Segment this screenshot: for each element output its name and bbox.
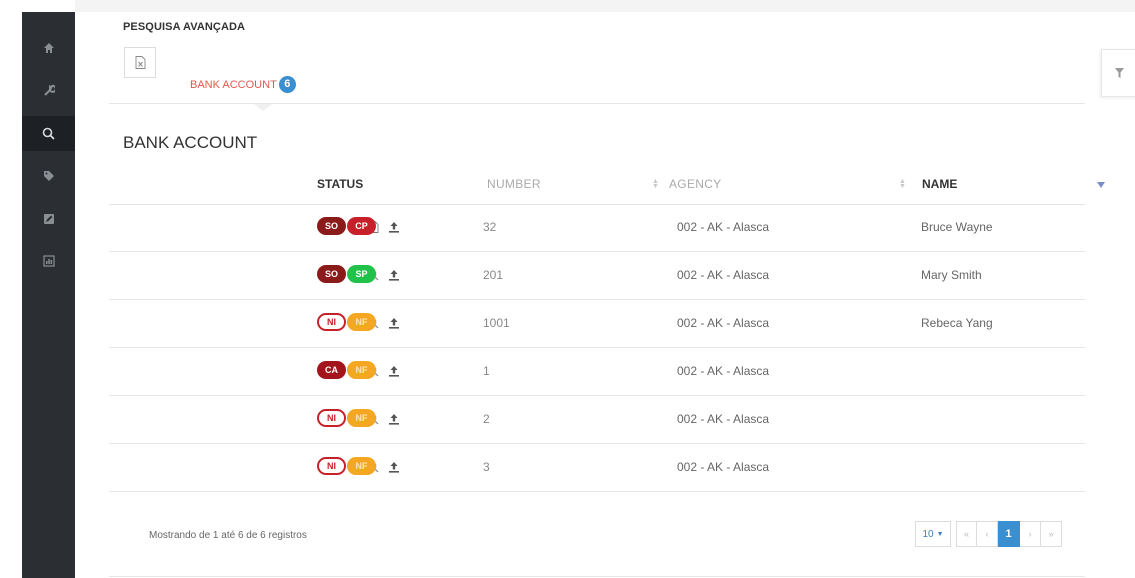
upload-icon[interactable]: [388, 316, 400, 334]
status-badges: NI NF: [317, 409, 376, 427]
upload-icon[interactable]: [388, 412, 400, 430]
report-icon: [42, 254, 55, 267]
filter-icon: [1115, 68, 1124, 78]
tab-caret: [254, 104, 272, 111]
cell-agency: 002 - AK - Alasca: [677, 412, 770, 426]
table-row: NI NF 2 002 - AK - Alasca: [109, 397, 1085, 444]
page-size-value: 10: [922, 528, 934, 540]
tab-count-badge: 6: [278, 76, 296, 93]
column-header-status[interactable]: STATUS: [317, 177, 363, 191]
wrench-icon: [43, 84, 55, 96]
table-row: NI NF 3 002 - AK - Alasca: [109, 445, 1085, 492]
top-bar: [75, 0, 1135, 12]
tab-label: BANK ACCOUNT: [190, 78, 277, 91]
excel-icon: [135, 56, 145, 69]
column-header-agency[interactable]: AGENCY: [669, 177, 721, 191]
cell-agency: 002 - AK - Alasca: [677, 220, 770, 234]
status-badges: SO CP: [317, 217, 376, 235]
upload-icon[interactable]: [388, 220, 400, 238]
status-badge: SP: [347, 265, 376, 283]
table-row: CA NF 1 002 - AK - Alasca: [109, 349, 1085, 396]
cell-number: 2: [483, 412, 490, 426]
table-row: NI NF 1001 002 - AK - Alasca Rebeca Yang: [109, 301, 1085, 348]
first-page-button[interactable]: «: [956, 521, 977, 547]
filter-toggle-button[interactable]: [1101, 49, 1135, 97]
status-badge: NF: [347, 409, 376, 427]
cell-number: 1001: [483, 316, 510, 330]
table-info: Mostrando de 1 até 6 de 6 registros: [149, 530, 307, 541]
sort-icon: ▲ ▼: [652, 178, 659, 190]
search-icon: [42, 127, 55, 140]
sidebar: [22, 12, 75, 578]
status-badge: NI: [317, 409, 346, 427]
section-title: PESQUISA AVANÇADA: [123, 21, 246, 33]
upload-icon[interactable]: [388, 268, 400, 286]
cell-number: 32: [483, 220, 497, 234]
page-size-select[interactable]: 10 ▼: [915, 521, 951, 547]
status-badge: NI: [317, 313, 346, 331]
upload-icon[interactable]: [388, 364, 400, 382]
status-badge: NF: [347, 313, 376, 331]
sidebar-item-home[interactable]: [22, 30, 75, 65]
cell-agency: 002 - AK - Alasca: [677, 460, 770, 474]
pagination: 10 ▼ « ‹ 1 › »: [915, 521, 1062, 547]
panel-title: BANK ACCOUNT: [123, 133, 258, 152]
status-badges: NI NF: [317, 457, 376, 475]
status-badge: SO: [317, 217, 346, 235]
status-badge: CP: [347, 217, 376, 235]
home-icon: [43, 42, 54, 53]
column-header-name[interactable]: NAME: [922, 177, 957, 191]
column-header-number[interactable]: NUMBER: [487, 177, 541, 191]
sort-icon: ▲ ▼: [899, 178, 906, 190]
status-badges: CA NF: [317, 361, 376, 379]
tab-bank-account[interactable]: BANK ACCOUNT 6: [190, 76, 296, 93]
status-badge: CA: [317, 361, 346, 379]
sidebar-item-tools[interactable]: [22, 72, 75, 107]
status-badges: SO SP: [317, 265, 376, 283]
table-row: SO SP 201 002 - AK - Alasca Mary Smith: [109, 253, 1085, 300]
table-row: SO CP 32 002 - AK - Alasca Bruce Wayne: [109, 205, 1085, 252]
footer-divider: [109, 576, 1085, 577]
previous-page-button[interactable]: ‹: [977, 521, 998, 547]
tag-icon: [43, 170, 54, 181]
next-page-button[interactable]: ›: [1020, 521, 1041, 547]
last-page-button[interactable]: »: [1041, 521, 1062, 547]
sidebar-item-tags[interactable]: [22, 158, 75, 193]
cell-agency: 002 - AK - Alasca: [677, 316, 770, 330]
status-badge: NI: [317, 457, 346, 475]
chevron-down-icon: ▼: [936, 530, 944, 538]
cell-agency: 002 - AK - Alasca: [677, 364, 770, 378]
cell-agency: 002 - AK - Alasca: [677, 268, 770, 282]
status-badge: NF: [347, 361, 376, 379]
page-button-current[interactable]: 1: [998, 521, 1020, 547]
edit-icon: [43, 213, 54, 224]
sidebar-item-search[interactable]: [22, 116, 75, 151]
cell-name: Rebeca Yang: [921, 316, 993, 330]
export-excel-button[interactable]: [124, 47, 156, 78]
cell-number: 1: [483, 364, 490, 378]
status-badge: NF: [347, 457, 376, 475]
sidebar-item-reports[interactable]: [22, 243, 75, 278]
sort-desc-icon: [1097, 182, 1105, 188]
status-badges: NI NF: [317, 313, 376, 331]
upload-icon[interactable]: [388, 460, 400, 478]
cell-number: 201: [483, 268, 504, 282]
sidebar-item-edit[interactable]: [22, 201, 75, 236]
status-badge: SO: [317, 265, 346, 283]
cell-name: Bruce Wayne: [921, 220, 993, 234]
cell-name: Mary Smith: [921, 268, 982, 282]
cell-number: 3: [483, 460, 490, 474]
